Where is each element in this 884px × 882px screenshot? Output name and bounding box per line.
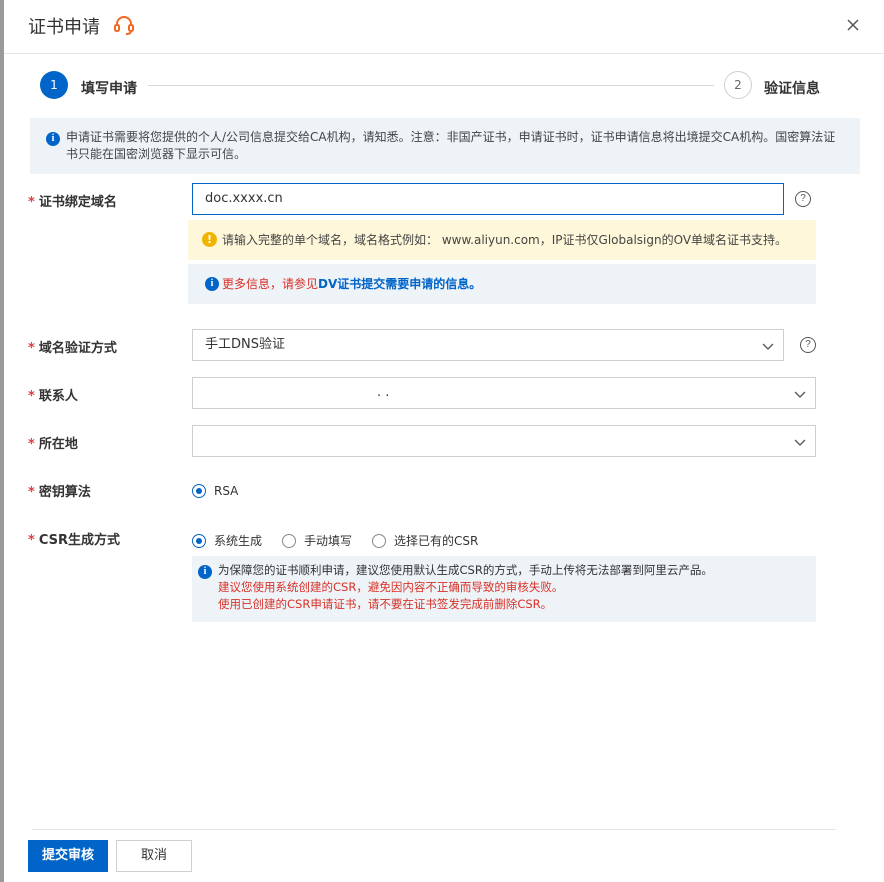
contact-label: * 联系人 — [28, 389, 78, 404]
verify-method-help-icon[interactable]: ? — [800, 337, 816, 353]
csr-note: i 为保障您的证书顺利申请，建议您使用默认生成CSR的方式，手动上传将无法部署到… — [192, 556, 816, 622]
chevron-down-icon — [794, 439, 806, 446]
contact-select[interactable]: . . — [192, 377, 816, 409]
step-1-label: 填写申请 — [81, 81, 137, 97]
step-connector — [148, 85, 714, 86]
warning-icon: ! — [202, 232, 217, 247]
page-title: 证书申请 — [28, 17, 100, 38]
domain-input-value: doc.xxxx.cn — [205, 191, 283, 206]
verify-method-select[interactable]: 手工DNS验证 — [192, 329, 784, 361]
info-banner: i 申请证书需要将您提供的个人/公司信息提交给CA机构，请知悉。注意：非国产证书… — [30, 118, 860, 174]
chevron-down-icon — [762, 343, 774, 350]
domain-more-info: i 更多信息，请参见DV证书提交需要申请的信息。 — [188, 264, 816, 304]
domain-help-icon[interactable]: ? — [795, 191, 811, 207]
info-icon: i — [205, 277, 219, 291]
radio-dot — [372, 533, 387, 548]
footer-divider — [32, 829, 836, 830]
location-label: * 所在地 — [28, 437, 78, 452]
step-2-indicator: 2 — [724, 71, 752, 99]
domain-warning: ! 请输入完整的单个域名，域名格式例如： www.aliyun.com，IP证书… — [188, 220, 816, 260]
radio-manual-input[interactable]: 手动填写 — [282, 532, 352, 549]
verify-method-value: 手工DNS验证 — [205, 337, 285, 352]
submit-review-button[interactable]: 提交审核 — [28, 840, 108, 872]
info-icon: i — [198, 565, 212, 579]
more-info-prefix: 更多信息，请参见 — [222, 277, 319, 291]
radio-dot — [282, 533, 297, 548]
location-select[interactable] — [192, 425, 816, 457]
domain-input[interactable]: doc.xxxx.cn — [192, 183, 784, 215]
step-1-indicator: 1 — [40, 71, 68, 99]
radio-existing-csr[interactable]: 选择已有的CSR — [372, 532, 478, 549]
panel-header: 证书申请 — [4, 0, 884, 54]
radio-dot — [192, 484, 206, 498]
radio-rsa[interactable]: RSA — [192, 484, 238, 498]
domain-label: * 证书绑定域名 — [28, 195, 117, 210]
info-banner-text: 申请证书需要将您提供的个人/公司信息提交给CA机构，请知悉。注意：非国产证书，申… — [66, 130, 836, 161]
key-algorithm-label: * 密钥算法 — [28, 485, 91, 500]
csr-label: * CSR生成方式 — [28, 533, 120, 548]
cancel-button[interactable]: 取消 — [116, 840, 192, 872]
contact-value: . . — [377, 385, 390, 400]
radio-system-generate[interactable]: 系统生成 — [192, 532, 262, 549]
csr-note-line-2: 建议您使用系统创建的CSR，避免因内容不正确而导致的审核失败。 — [218, 580, 564, 594]
headset-icon[interactable] — [112, 13, 136, 37]
chevron-down-icon — [794, 391, 806, 398]
info-icon: i — [46, 132, 60, 146]
radio-dot — [192, 533, 206, 548]
csr-note-line-1: 为保障您的证书顺利申请，建议您使用默认生成CSR的方式，手动上传将无法部署到阿里… — [218, 563, 713, 577]
key-algorithm-radio-group: RSA — [192, 484, 258, 498]
certificate-application-panel: 证书申请 1 填写申请 2 验证信息 i 申请证书需要将您提供的个人/公司信息提… — [0, 0, 884, 882]
verify-method-label: * 域名验证方式 — [28, 341, 117, 356]
step-2-label: 验证信息 — [764, 81, 820, 97]
domain-warning-text: 请输入完整的单个域名，域名格式例如： www.aliyun.com，IP证书仅G… — [222, 233, 788, 247]
csr-note-line-3: 使用已创建的CSR申请证书，请不要在证书签发完成前删除CSR。 — [218, 597, 553, 611]
dv-info-link[interactable]: DV证书提交需要申请的信息。 — [318, 277, 481, 291]
close-icon[interactable] — [842, 14, 864, 36]
csr-radio-group: 系统生成 手动填写 选择已有的CSR — [192, 532, 498, 549]
